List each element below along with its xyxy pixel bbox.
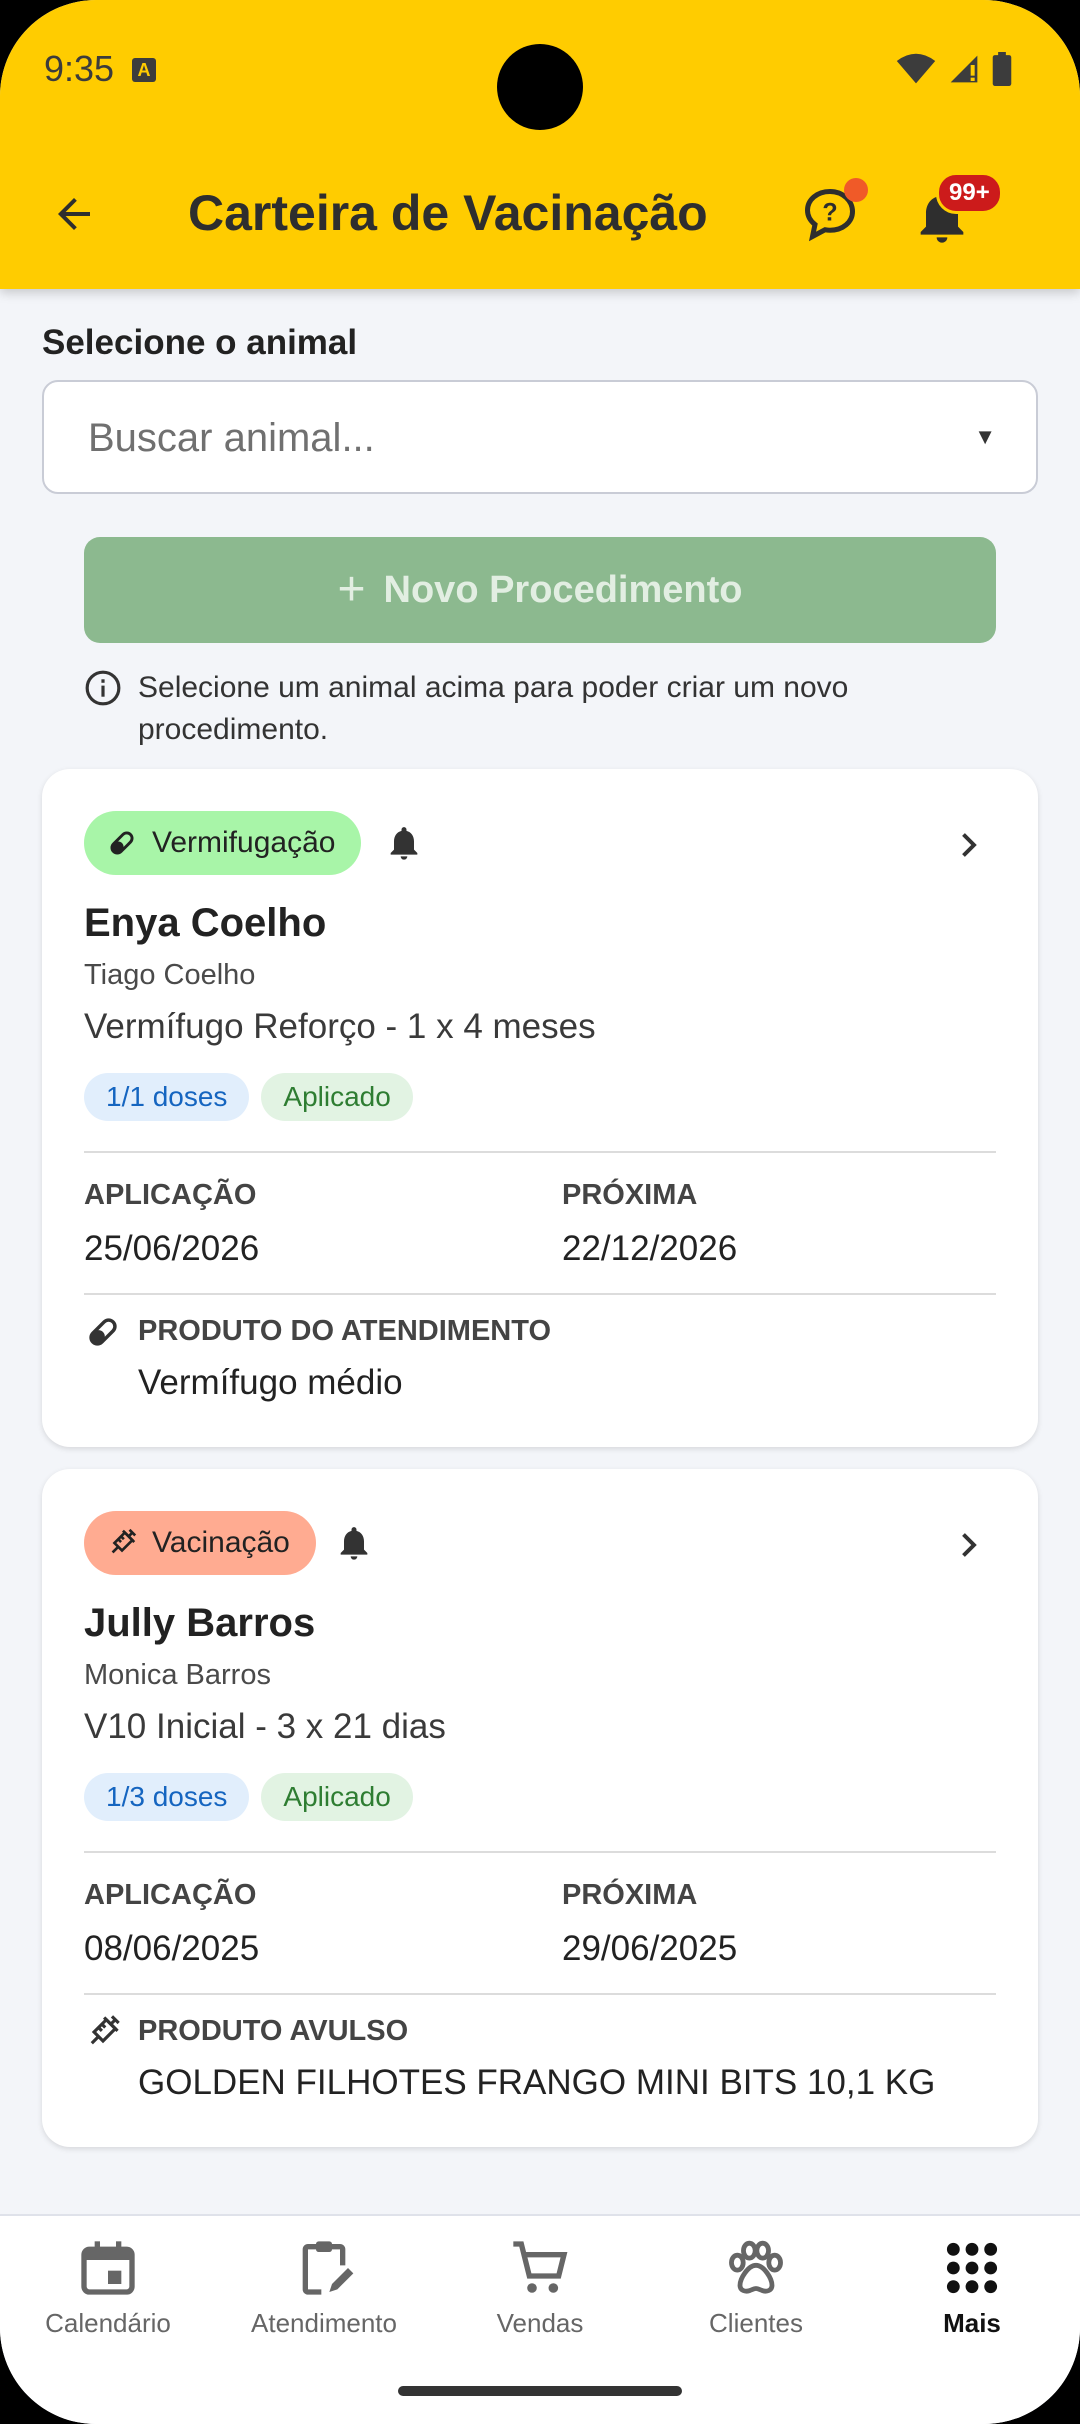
status-badge: Aplicado <box>261 1773 413 1821</box>
status-badge: Aplicado <box>261 1073 413 1121</box>
notifications-button[interactable]: 99+ <box>910 172 1003 254</box>
animal-search-dropdown[interactable]: Buscar animal... ▼ <box>42 380 1038 494</box>
svg-text:?: ? <box>822 198 837 226</box>
app-header: 9:35 A Carteira de Vacinação ? 99+ <box>0 0 1080 289</box>
product-label: PRODUTO DO ATENDIMENTO <box>138 1315 551 1347</box>
syringe-icon <box>90 2015 120 2045</box>
battery-icon <box>992 52 1012 86</box>
product-name: Vermífugo médio <box>138 1363 403 1402</box>
syringe-icon <box>111 1528 137 1554</box>
procedure-card[interactable]: Vacinação Jully Barros Monica Barros V10… <box>42 1469 1038 2147</box>
doses-badge: 1/3 doses <box>84 1773 250 1821</box>
info-icon <box>85 670 121 706</box>
divider <box>84 1293 996 1295</box>
animal-search-placeholder: Buscar animal... <box>88 416 375 460</box>
next-label: PRÓXIMA <box>562 1179 698 1211</box>
category-chip: Vacinação <box>84 1511 316 1575</box>
animal-name: Enya Coelho <box>84 901 327 945</box>
protocol-name: Vermífugo Reforço - 1 x 4 meses <box>84 1007 596 1046</box>
nav-atendimento[interactable]: Atendimento <box>216 2236 432 2339</box>
category-label: Vacinação <box>152 1526 290 1559</box>
nav-label: Vendas <box>496 2308 584 2338</box>
owner-name: Monica Barros <box>84 1659 271 1691</box>
help-indicator-dot <box>844 178 868 202</box>
camera-cutout <box>497 44 583 130</box>
pill-icon <box>89 1318 117 1346</box>
application-label: APLICAÇÃO <box>84 1879 257 1911</box>
category-chip: Vermifugação <box>84 811 362 875</box>
app-screen: 9:35 A Carteira de Vacinação ? 99+ Selec… <box>0 0 1080 2424</box>
chevron-right-icon[interactable] <box>950 827 986 863</box>
arrow-back-icon <box>58 198 90 230</box>
paw-icon <box>729 2240 783 2294</box>
nav-label: Atendimento <box>251 2308 397 2338</box>
signal-icon <box>950 55 978 83</box>
application-label: APLICAÇÃO <box>84 1179 257 1211</box>
wifi-icon <box>896 53 936 84</box>
divider <box>84 1851 996 1853</box>
home-indicator[interactable] <box>398 2386 682 2396</box>
animal-select-label: Selecione o animal <box>42 323 358 362</box>
hint-text: Selecione um animal acima para poder cri… <box>138 671 849 746</box>
reminder-bell-icon[interactable] <box>384 823 424 863</box>
new-procedure-label: Novo Procedimento <box>383 568 743 611</box>
back-button[interactable] <box>42 182 106 246</box>
help-chat-button[interactable]: ? <box>800 178 870 248</box>
nav-label: Calendário <box>45 2308 171 2338</box>
doses-badge: 1/1 doses <box>84 1073 250 1121</box>
application-date: 08/06/2025 <box>84 1929 260 1968</box>
status-time: 9:35 <box>44 48 115 89</box>
status-icons <box>896 52 1012 86</box>
chevron-right-icon[interactable] <box>950 1527 986 1563</box>
nav-calendar[interactable]: Calendário <box>0 2236 216 2339</box>
product-label: PRODUTO AVULSO <box>138 2015 409 2047</box>
application-date: 25/06/2026 <box>84 1229 260 1268</box>
protocol-name: V10 Inicial - 3 x 21 dias <box>84 1707 446 1746</box>
clipboard-edit-icon <box>302 2241 354 2295</box>
next-date: 22/12/2026 <box>562 1229 738 1268</box>
pill-icon <box>110 831 134 855</box>
owner-name: Tiago Coelho <box>84 959 256 991</box>
calendar-icon <box>81 2241 135 2295</box>
notification-badge: 99+ <box>936 172 1003 214</box>
nav-vendas[interactable]: Vendas <box>432 2236 648 2339</box>
animal-name: Jully Barros <box>84 1601 316 1645</box>
plus-icon: + <box>337 563 366 616</box>
page-title: Carteira de Vacinação <box>188 185 708 241</box>
nav-clientes[interactable]: Clientes <box>648 2236 864 2339</box>
new-procedure-hint: Selecione um animal acima para poder cri… <box>84 667 984 751</box>
nav-label: Mais <box>943 2308 1001 2338</box>
app-notification-icon: A <box>132 58 156 82</box>
product-name: GOLDEN FILHOTES FRANGO MINI BITS 10,1 KG <box>138 2063 936 2102</box>
new-procedure-button[interactable]: + Novo Procedimento <box>84 537 996 643</box>
card-tags: 1/3 doses Aplicado <box>84 1773 413 1821</box>
procedure-card[interactable]: Vermifugação Enya Coelho Tiago Coelho Ve… <box>42 769 1038 1447</box>
divider <box>84 1993 996 1995</box>
next-date: 29/06/2025 <box>562 1929 738 1968</box>
divider <box>84 1151 996 1153</box>
nav-label: Clientes <box>709 2308 803 2338</box>
cart-icon <box>513 2241 568 2293</box>
nav-mais[interactable]: Mais <box>864 2236 1080 2339</box>
dropdown-arrow-icon: ▼ <box>974 424 996 449</box>
next-label: PRÓXIMA <box>562 1879 698 1911</box>
apps-grid-icon <box>946 2242 998 2294</box>
card-tags: 1/1 doses Aplicado <box>84 1073 413 1121</box>
category-label: Vermifugação <box>152 826 336 859</box>
reminder-bell-icon[interactable] <box>334 1523 374 1563</box>
